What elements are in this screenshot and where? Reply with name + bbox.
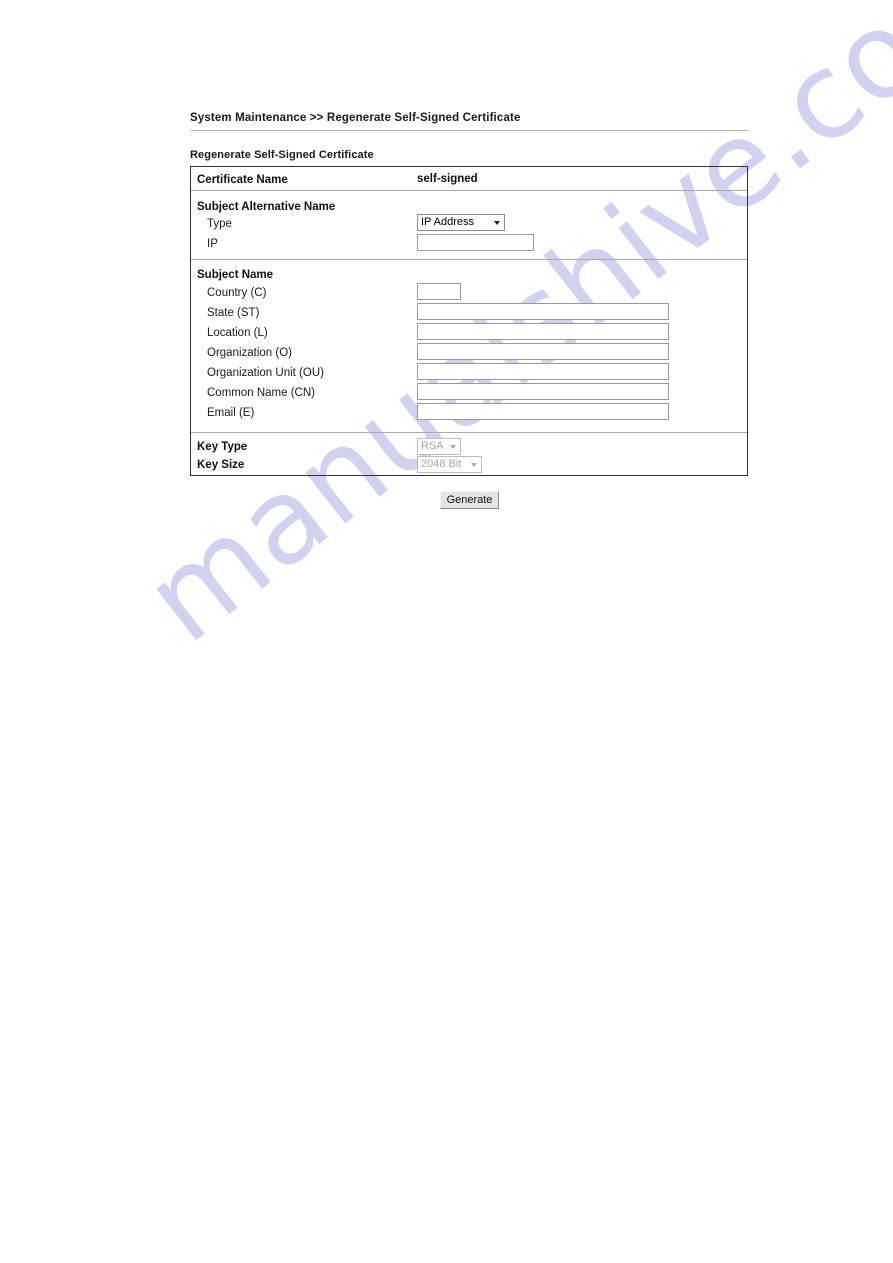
subject-name-heading: Subject Name [197,269,274,281]
row-divider-3 [191,432,747,433]
breadcrumb: System Maintenance >> Regenerate Self-Si… [190,112,521,124]
subject-state-label: State (ST) [207,307,260,319]
page-title: Regenerate Self-Signed Certificate [190,149,374,161]
certificate-page: System Maintenance >> Regenerate Self-Si… [0,0,893,1263]
subject-email-input[interactable] [417,403,669,420]
certificate-name-value: self-signed [417,173,478,185]
key-size-select[interactable]: 2048 Bit [417,456,482,473]
san-ip-label: IP [207,238,218,250]
subject-common-name-label: Common Name (CN) [207,387,315,399]
certificate-name-label: Certificate Name [197,174,288,186]
san-type-label: Type [207,218,232,230]
key-size-label: Key Size [197,459,245,471]
san-ip-input[interactable] [417,234,534,251]
subject-country-label: Country (C) [207,287,267,299]
subject-state-input[interactable] [417,303,669,320]
san-type-select[interactable]: IP Address [417,214,505,231]
generate-button[interactable]: Generate [440,491,499,509]
chevron-down-icon [450,444,456,449]
key-type-label: Key Type [197,441,248,453]
san-type-selected-value: IP Address [421,216,474,228]
subject-organization-input[interactable] [417,343,669,360]
breadcrumb-divider [190,130,749,131]
row-divider-2 [191,259,747,260]
row-divider-1 [191,190,747,191]
key-size-selected-value: 2048 Bit [421,458,462,470]
subject-common-name-input[interactable] [417,383,669,400]
subject-organization-unit-label: Organization Unit (OU) [207,367,324,379]
subject-alternative-name-heading: Subject Alternative Name [197,201,336,213]
key-type-selected-value: RSA [421,440,444,452]
subject-email-label: Email (E) [207,407,255,419]
subject-location-label: Location (L) [207,327,268,339]
subject-organization-label: Organization (O) [207,347,293,359]
subject-location-input[interactable] [417,323,669,340]
chevron-down-icon [494,220,500,225]
chevron-down-icon [471,462,477,467]
subject-country-input[interactable] [417,283,461,300]
subject-organization-unit-input[interactable] [417,363,669,380]
certificate-form-table: Certificate Name self-signed Subject Alt… [190,166,748,476]
key-type-select[interactable]: RSA [417,438,461,455]
